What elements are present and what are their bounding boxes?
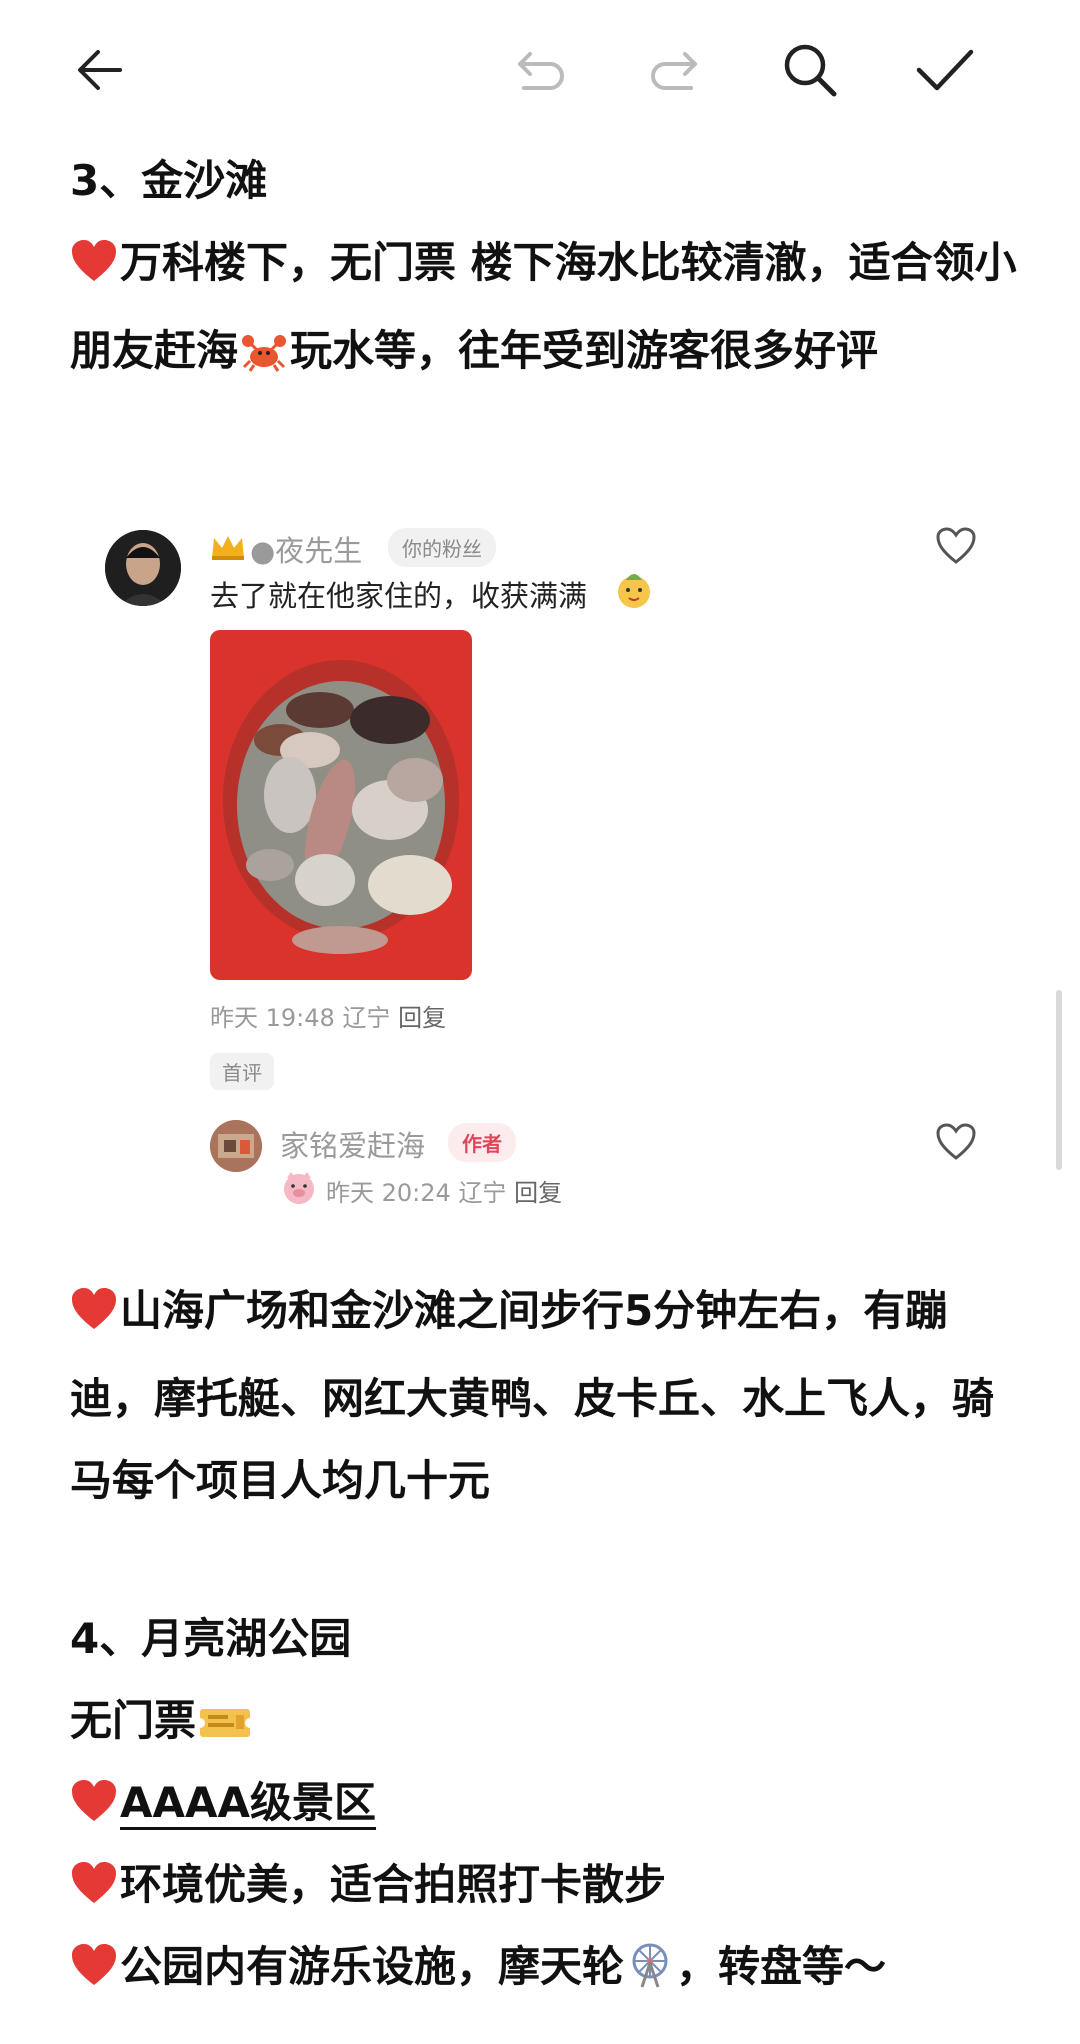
avatar[interactable] [105,530,181,606]
reply-button[interactable]: 回复 [398,1004,446,1032]
undo-icon[interactable] [500,30,580,110]
paragraph-text: 山海广场和金沙滩之间步行5分钟左右，有蹦迪，摩托艇、网红大黄鸭、皮卡丘、水上飞人… [70,1286,995,1505]
author-badge: 作者 [448,1123,516,1162]
search-icon[interactable] [770,30,850,110]
list-item: 环境优美，适合拍照打卡散步 [70,1844,666,1932]
heart-icon [70,1850,118,1932]
reply-button[interactable]: 回复 [514,1179,562,1207]
pig-sticker-icon [280,1168,318,1210]
comment-photo[interactable] [210,630,472,980]
reply-user-name[interactable]: 家铭爱赶海 [280,1123,425,1165]
paragraph: 万科楼下，无门票 楼下海水比较清澈，适合领小朋友赶海 玩水等，往年受到游客很多好… [70,222,1020,400]
list-item: AAAA级景区 [70,1762,376,1850]
comment-time: 昨天 19:48 [210,1004,335,1032]
redo-icon[interactable] [635,30,715,110]
list-item: 无门票 [70,1680,256,1770]
ticket-icon [195,1688,256,1770]
list-item-text: ，转盘等～ [676,1942,887,1991]
list-item-link[interactable]: AAAA级景区 [120,1778,376,1827]
heart-icon [70,1768,118,1850]
comment-location: 辽宁 [342,1004,391,1032]
list-item-text: 环境优美，适合拍照打卡散步 [120,1860,667,1909]
crab-icon [240,318,288,400]
reply-meta: 昨天 20:24 辽宁 回复 [326,1173,562,1208]
reply-location: 辽宁 [458,1179,507,1207]
like-icon[interactable] [934,524,978,568]
heart-icon [70,1276,118,1358]
ferris-wheel-icon [626,1934,674,2016]
list-item-text: 公园内有游乐设施，摩天轮 [120,1942,625,1991]
like-icon[interactable] [934,1120,978,1164]
avatar[interactable] [210,1120,262,1172]
arrow-left-icon[interactable] [60,30,140,110]
scrollbar[interactable] [1056,990,1062,1170]
fan-badge: 你的粉丝 [388,528,496,567]
heart-icon [70,228,118,310]
comment-meta: 昨天 19:48 辽宁 回复 [210,998,446,1033]
reply-time: 昨天 20:24 [326,1179,451,1207]
section-title: 4、月亮湖公园 [70,1614,352,1663]
paragraph-text: 玩水等，往年受到游客很多好评 [290,326,879,375]
editor-toolbar [0,0,1080,140]
heart-icon [70,1932,118,2014]
comment-text: 去了就在他家住的，收获满满 [210,579,588,613]
section-title: 3、金沙滩 [70,156,268,205]
checkmark-icon[interactable] [905,30,985,110]
first-comment-tag: 首评 [210,1053,274,1090]
emoji-face-icon [614,570,654,614]
paragraph: 山海广场和金沙滩之间步行5分钟左右，有蹦迪，摩托艇、网红大黄鸭、皮卡丘、水上飞人… [70,1270,1020,1522]
list-item-text: 无门票 [70,1696,197,1745]
list-item: 公园内有游乐设施，摩天轮 ，转盘等～ [70,1926,886,2016]
crown-icon [210,532,246,566]
comment-user-name[interactable]: ●夜先生 [250,528,362,570]
